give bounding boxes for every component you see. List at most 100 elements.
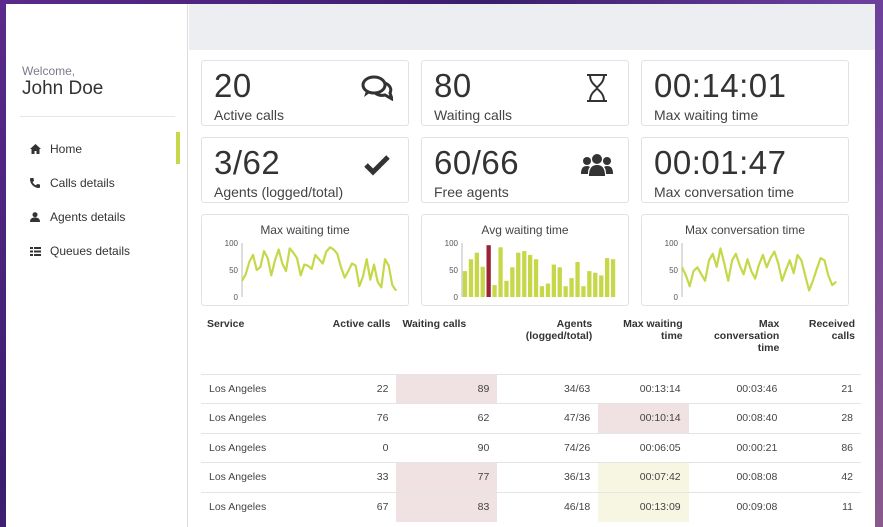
line-chart-max-conversation-time: 100 50 0 — [665, 239, 837, 302]
column-header[interactable]: Max waiting time — [598, 312, 688, 374]
data-point — [739, 265, 741, 267]
column-header-text: time — [661, 330, 683, 342]
bar — [528, 254, 533, 297]
table-header-row: Service Active calls Waiting calls Agents (l… — [201, 312, 861, 374]
data-point — [263, 250, 265, 252]
table-cell: Los Angeles — [201, 432, 311, 463]
bar — [545, 283, 551, 297]
data-point — [270, 274, 272, 276]
sidebar-item-agents-details[interactable]: Agents details — [6, 200, 188, 234]
column-header[interactable]: Waiting calls — [396, 312, 497, 374]
table-cell: 74/26 — [497, 432, 599, 463]
chart-title: Avg waiting time — [481, 223, 569, 237]
data-point — [259, 266, 261, 268]
stat-value: 00:14:01 — [654, 67, 787, 104]
data-point — [712, 253, 714, 255]
column-header[interactable]: Max conversation time — [689, 312, 786, 374]
data-point — [762, 254, 764, 256]
bar — [474, 252, 479, 297]
stat-card-max-conversation-time: 00:01:47 Max conversation time — [641, 137, 849, 203]
bar — [599, 275, 604, 297]
column-header-text: Waiting calls — [402, 318, 467, 330]
data-point — [355, 265, 357, 267]
stat-value: 60/66 — [434, 144, 520, 181]
data-point — [793, 272, 795, 274]
table-cell: 76 — [310, 403, 397, 433]
data-point — [800, 259, 802, 261]
dashboard-main: 20 Active calls 80 Waiting calls 00:14:0… — [189, 50, 875, 527]
data-point — [820, 257, 822, 259]
sidebar-nav: Home Calls details Agents details Queues… — [6, 132, 188, 268]
table-cell: 47/36 — [497, 403, 599, 433]
data-point — [248, 261, 250, 263]
table-cell: 00:08:40 — [688, 403, 786, 433]
table-cell: 42 — [785, 462, 861, 492]
y-tick-label: 50 — [669, 266, 678, 275]
table-cell: 34/63 — [497, 373, 599, 404]
table-cell: 36/13 — [497, 462, 599, 492]
stat-card-active-calls: 20 Active calls — [201, 60, 409, 126]
table-body: Los Angeles 22 89 34/63 00:13:14 00:03:46 21 Lo… — [201, 373, 861, 522]
bar — [510, 267, 515, 297]
table-cell: 00:13:09 — [598, 491, 689, 522]
data-point — [727, 280, 729, 282]
column-header[interactable]: Active calls — [310, 312, 396, 374]
data-point — [719, 247, 722, 249]
bar — [539, 286, 545, 297]
data-point — [292, 252, 294, 254]
bar — [581, 286, 586, 297]
data-point — [311, 268, 313, 270]
data-point — [816, 268, 818, 270]
y-tick-label: 100 — [225, 239, 239, 248]
data-point — [384, 258, 386, 260]
data-point — [366, 258, 368, 260]
table-row[interactable]: Los Angeles 67 83 46/18 00:13:09 00:09:08 11 — [201, 491, 861, 522]
sidebar-item-queues-details[interactable]: Queues details — [6, 234, 188, 268]
data-point — [777, 262, 779, 265]
column-header[interactable]: Received calls — [785, 312, 861, 374]
table-cell: 90 — [396, 432, 498, 463]
stat-card-free-agents: 60/66 Free agents — [421, 137, 629, 203]
sidebar-item-home[interactable]: Home — [6, 132, 188, 166]
data-point — [322, 262, 324, 265]
data-point — [373, 264, 375, 266]
services-table-wrapper: Service Active calls Waiting calls Agents (l… — [201, 312, 871, 522]
data-point — [245, 273, 247, 275]
sidebar-item-label: Calls details — [50, 176, 115, 190]
stat-label: Active calls — [214, 107, 285, 123]
chart-title: Max conversation time — [684, 223, 806, 237]
table-cell: 89 — [396, 373, 498, 404]
table-row[interactable]: Los Angeles 33 77 36/13 00:07:42 00:08:08 42 — [201, 462, 861, 492]
sidebar-item-calls-details[interactable]: Calls details — [6, 166, 188, 200]
table-row[interactable]: Los Angeles 0 90 74/26 00:06:05 00:00:21 86 — [201, 432, 861, 463]
data-point — [700, 273, 702, 275]
data-point — [827, 274, 829, 276]
table-cell: 83 — [396, 491, 498, 522]
column-header[interactable]: Agents (logged/total) — [497, 312, 598, 374]
table-cell: 00:10:14 — [598, 403, 689, 433]
data-point — [289, 247, 291, 249]
users-icon — [580, 150, 614, 180]
y-tick-label: 0 — [674, 293, 679, 302]
bar — [504, 280, 509, 297]
chart-card-avg-waiting-time: Avg waiting time 100 50 0 — [421, 214, 629, 306]
sidebar-item-label: Queues details — [50, 244, 131, 258]
stat-label: Max waiting time — [654, 107, 759, 123]
bar — [492, 285, 497, 297]
bar — [516, 252, 521, 297]
bar — [522, 251, 527, 297]
table-cell: 00:07:42 — [598, 462, 689, 492]
data-point — [769, 257, 772, 259]
table-cell: 22 — [310, 373, 397, 404]
user-icon — [28, 212, 42, 222]
data-point — [325, 251, 327, 253]
column-header-text: Max — [758, 318, 780, 330]
column-header[interactable]: Service — [201, 312, 310, 374]
table-row[interactable]: Los Angeles 22 89 34/63 00:13:14 00:03:46 21 — [201, 373, 861, 404]
check-icon — [360, 150, 394, 180]
sidebar-item-label: Home — [50, 142, 83, 156]
data-point — [296, 257, 298, 259]
stat-value: 00:01:47 — [654, 144, 787, 181]
table-row[interactable]: Los Angeles 76 62 47/36 00:10:14 00:08:40 28 — [201, 403, 861, 433]
bar — [551, 264, 556, 297]
